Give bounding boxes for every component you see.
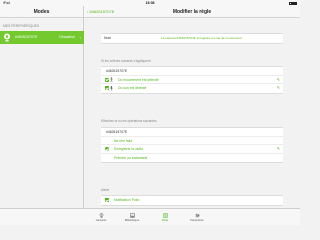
triggers-card: #462615707E Du mouvement est détecté ✎ D… bbox=[101, 66, 283, 94]
trigger-device-name: #462615707E bbox=[106, 69, 128, 73]
actions-section-label: Effectuer la ou les opérations suivantes bbox=[101, 119, 157, 123]
action-option[interactable]: Enregistrer la vidéo ✎ bbox=[101, 145, 283, 154]
action-label: Prendre un instantané bbox=[114, 155, 148, 160]
mode-icon bbox=[162, 212, 168, 218]
trigger-row[interactable]: Du mouvement est détecté ✎ bbox=[101, 76, 283, 85]
modes-title: Modes bbox=[0, 6, 83, 18]
edit-icon[interactable]: ✎ bbox=[277, 84, 280, 93]
battery-icon bbox=[289, 1, 297, 5]
action-label: Enregistrer la vidéo bbox=[114, 147, 144, 151]
modes-panel: Modes MES PÉRIPHÉRIQUES #462615707E Désa… bbox=[0, 6, 84, 208]
tab-library[interactable]: Bibliothèque bbox=[117, 209, 147, 226]
microphone-icon bbox=[110, 85, 113, 91]
name-card: Nom La caméra #462615707E enregistre en … bbox=[101, 33, 283, 44]
tab-bar: Caméras Bibliothèque Mode Paramètres bbox=[0, 208, 300, 225]
action-option[interactable]: Ne rien faire bbox=[101, 137, 283, 145]
tab-settings[interactable]: Paramètres bbox=[182, 209, 212, 226]
name-row[interactable]: Nom La caméra #462615707E enregistre en … bbox=[101, 34, 283, 43]
name-label: Nom bbox=[104, 36, 112, 40]
tab-label: Mode bbox=[161, 218, 169, 222]
trigger-device-row: #462615707E bbox=[101, 67, 283, 76]
checkbox-checked-icon[interactable] bbox=[105, 77, 109, 82]
edit-rule-navbar: ‹ #462615707E Modifier la règle bbox=[84, 6, 300, 18]
checkbox-checked-icon[interactable] bbox=[105, 86, 109, 91]
tab-cameras[interactable]: Caméras bbox=[86, 209, 116, 226]
settings-icon bbox=[195, 213, 199, 217]
trigger-label: Du son est détecté bbox=[118, 86, 147, 90]
checkbox-checked-icon[interactable] bbox=[105, 198, 109, 203]
device-name: #462615707E bbox=[15, 35, 38, 39]
action-label: Ne rien faire bbox=[114, 138, 133, 143]
alert-section-label: Alerte bbox=[101, 188, 110, 192]
tab-label: Bibliothèque bbox=[124, 218, 140, 222]
device-list-item[interactable]: #462615707E Désactivé › bbox=[0, 31, 84, 44]
selected-check-icon bbox=[105, 147, 110, 152]
edit-icon[interactable]: ✎ bbox=[277, 145, 280, 154]
name-value: La caméra #462615707E enregistre en cas … bbox=[161, 36, 242, 40]
alert-card: Notification Push bbox=[101, 195, 283, 206]
chevron-right-icon: › bbox=[79, 35, 81, 40]
camera-icon bbox=[99, 212, 103, 218]
camera-device-icon bbox=[4, 33, 10, 42]
action-device-name: #462615707E bbox=[106, 130, 128, 134]
tab-label: Caméras bbox=[95, 218, 107, 222]
motion-icon bbox=[110, 77, 113, 83]
library-icon bbox=[129, 212, 135, 218]
triggers-section-label: Si les critères suivants s'appliquent bbox=[101, 59, 151, 63]
page-title: Modifier la règle bbox=[172, 9, 212, 15]
trigger-label: Du mouvement est détecté bbox=[118, 77, 159, 82]
edit-rule-panel: ‹ #462615707E Modifier la règle Nom La c… bbox=[84, 6, 300, 208]
edit-icon[interactable]: ✎ bbox=[277, 76, 280, 85]
device-state: Désactivé bbox=[59, 35, 75, 39]
trigger-row[interactable]: Du son est détecté ✎ bbox=[101, 84, 283, 93]
action-device-row: #462615707E bbox=[101, 128, 283, 137]
alert-row[interactable]: Notification Push bbox=[101, 196, 283, 205]
actions-card: #462615707E Ne rien faire Enregistrer la… bbox=[101, 127, 283, 163]
tab-mode[interactable]: Mode bbox=[150, 209, 180, 226]
alert-label: Notification Push bbox=[114, 198, 140, 202]
tab-label: Paramètres bbox=[190, 218, 204, 222]
action-option[interactable]: Prendre un instantané bbox=[101, 154, 283, 163]
devices-section-title: MES PÉRIPHÉRIQUES bbox=[3, 24, 40, 28]
